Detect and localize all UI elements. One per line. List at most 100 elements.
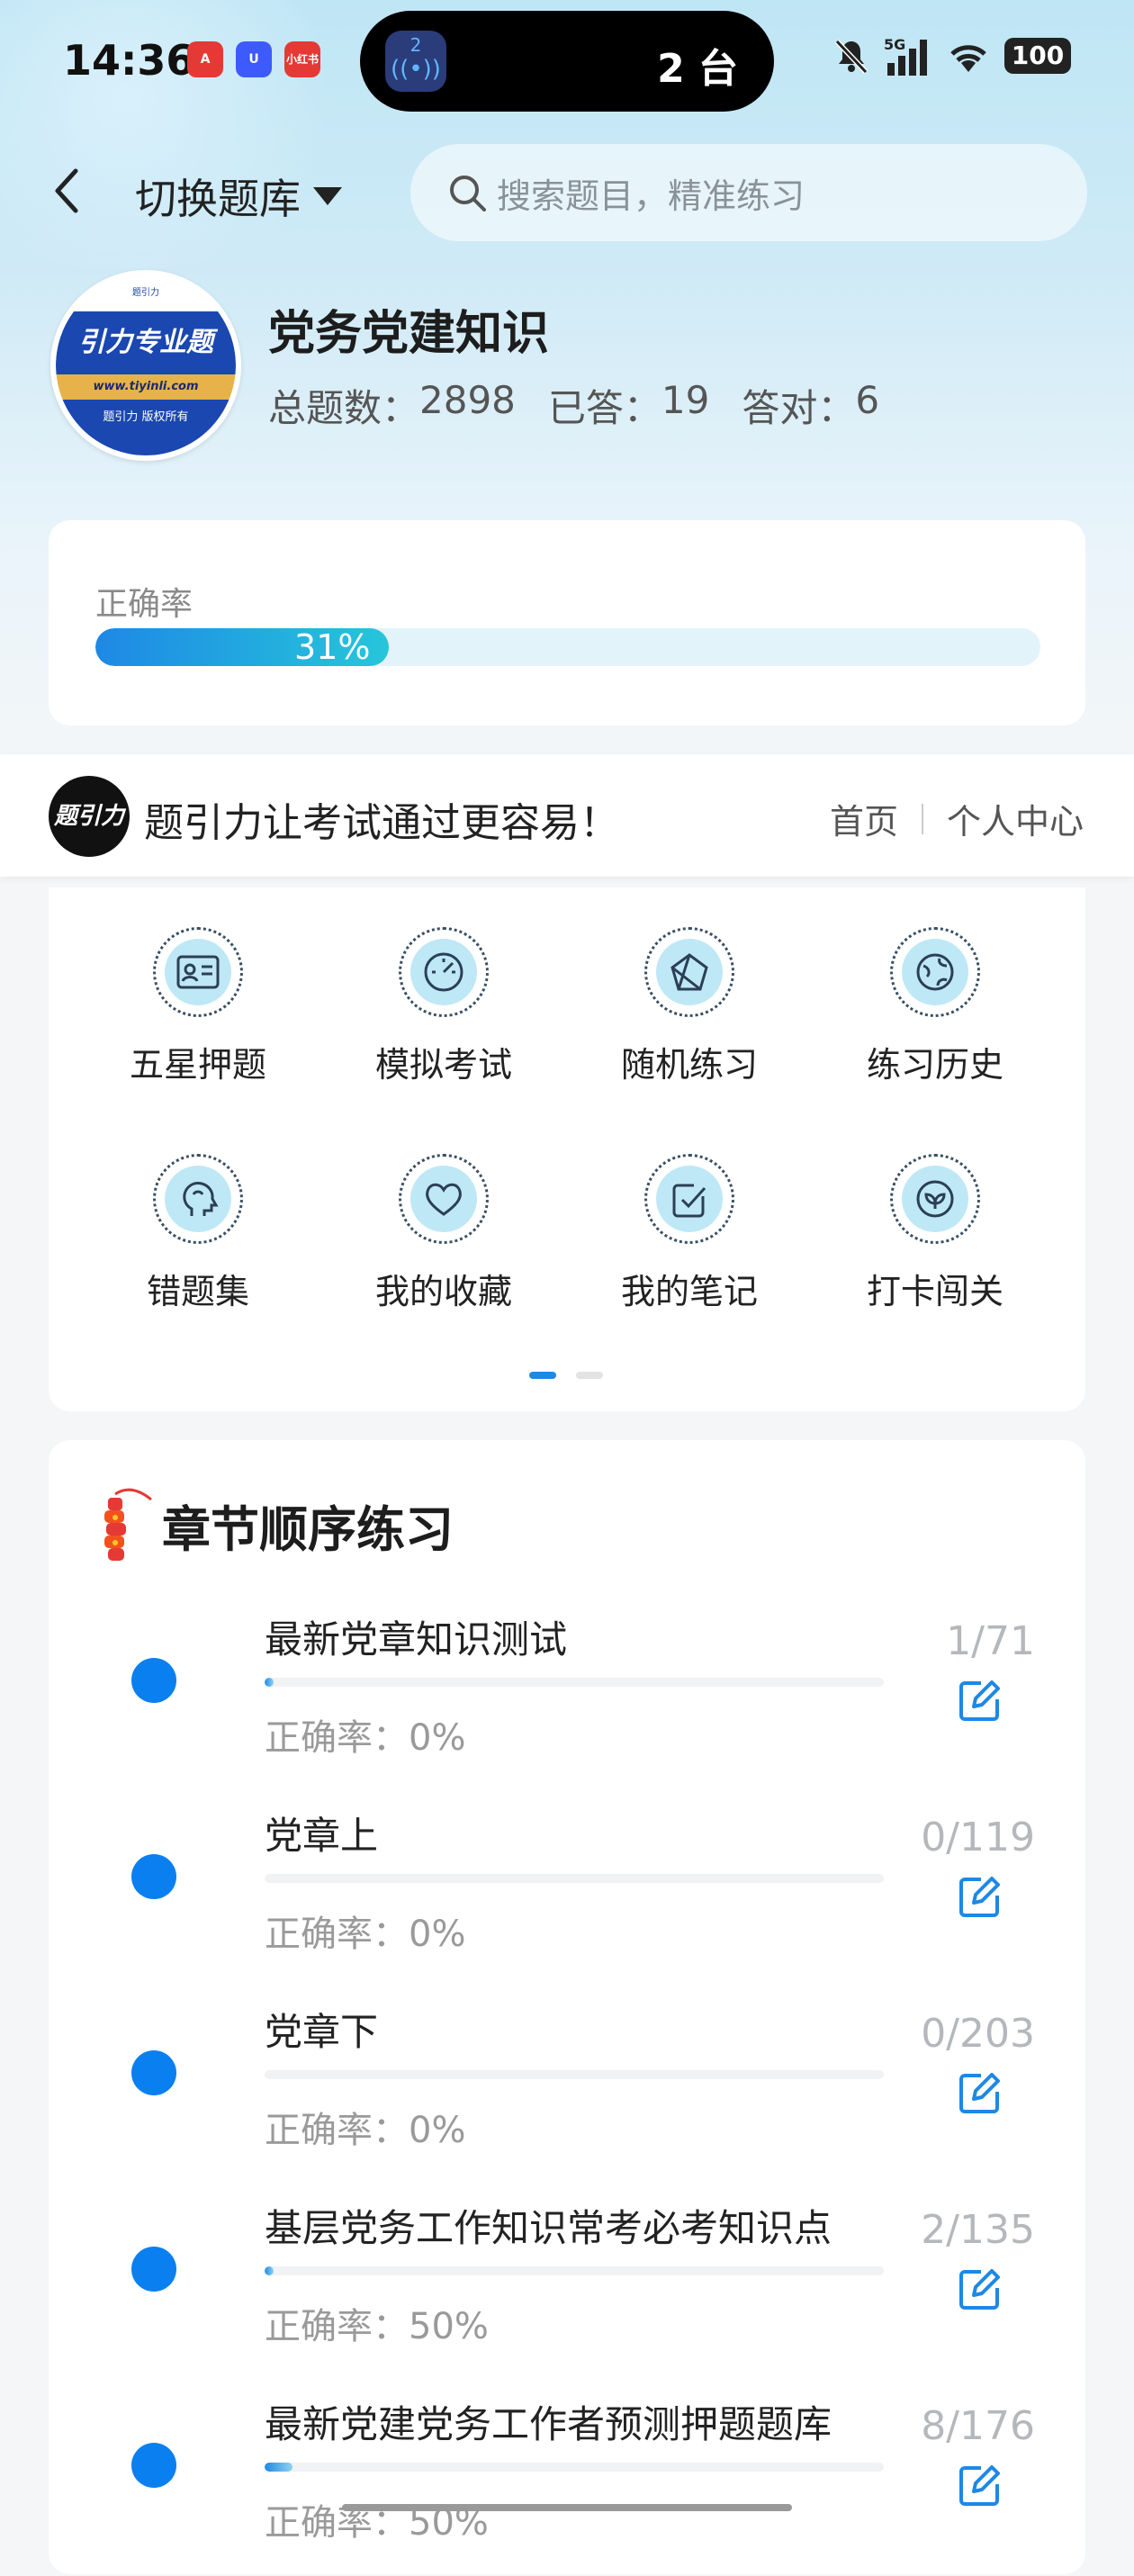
chapter-count: 0/203 <box>921 2011 1035 2057</box>
search-input[interactable]: 搜索题目，精准练习 <box>410 144 1087 241</box>
heart-icon <box>426 1183 462 1216</box>
caret-down-icon <box>313 187 342 205</box>
shapes-icon <box>670 953 708 991</box>
chapter-name: 党章下 <box>265 2010 379 2054</box>
ad-nav-profile[interactable]: 个人中心 <box>947 794 1084 843</box>
search-icon <box>450 176 486 212</box>
status-bar: 14:36 A U 小红书 2 ((•)) 2 台 5G 100 <box>0 0 1134 122</box>
correct-value: 6 <box>855 378 880 422</box>
chapter-count: 0/119 <box>921 1815 1035 1860</box>
status-icons: 5G 100 <box>832 36 1071 76</box>
chapter-section-title: 章节顺序练习 <box>162 1500 454 1558</box>
feature-grid: 五星押题 模拟考试 随机练习 练习历史 错题集 我的收藏 我的笔记 打卡闯关 <box>49 887 1085 1411</box>
edit-icon[interactable] <box>954 2265 1004 2315</box>
ad-nav-home[interactable]: 首页 <box>830 794 898 843</box>
bank-title: 党务党建知识 <box>268 307 550 361</box>
total-label: 总题数： <box>268 386 420 430</box>
home-indicator[interactable] <box>342 2504 792 2511</box>
feature-five-star[interactable]: 五星押题 <box>108 927 288 1086</box>
wifi-icon <box>950 45 986 72</box>
feature-label: 练习历史 <box>866 1045 1004 1085</box>
island-badge: 2 <box>410 34 422 56</box>
accuracy-progress-track: 31% <box>95 628 1040 666</box>
chapter-accuracy: 正确率：0% <box>265 1914 466 1955</box>
chapter-name: 党章上 <box>265 1814 379 1858</box>
bank-stats: 总题数： 2898 已答： 19 答对： 6 <box>268 378 879 433</box>
feature-label: 五星押题 <box>129 1045 266 1085</box>
chapter-name: 基层党务工作知识常考必考知识点 <box>265 2206 832 2250</box>
chapter-progress-track <box>265 1874 884 1883</box>
chapter-bullet <box>131 2050 176 2095</box>
globe-icon <box>916 953 954 991</box>
chapter-progress-track <box>265 2463 884 2472</box>
chapter-bullet <box>131 1854 176 1899</box>
feature-favorites[interactable]: 我的收藏 <box>354 1154 534 1313</box>
switch-bank-label: 切换题库 <box>135 175 301 223</box>
head-icon <box>183 1182 219 1216</box>
answered-value: 19 <box>661 378 710 422</box>
speedometer-icon <box>424 952 464 992</box>
total-value: 2898 <box>419 378 516 422</box>
chapter-row[interactable]: 党章上正确率：0% 0/119 <box>49 1791 1085 1987</box>
signal-icon: 5G <box>884 36 932 76</box>
chapter-progress-fill <box>265 2463 292 2472</box>
chapter-name: 最新党建党务工作者预测押题题库 <box>265 2402 832 2446</box>
page-dot-active[interactable] <box>529 1372 556 1379</box>
chapter-name: 最新党章知识测试 <box>265 1617 568 1662</box>
edit-icon[interactable] <box>954 1676 1004 1726</box>
chapter-row[interactable]: 党章下正确率：0% 0/203 <box>49 1987 1085 2184</box>
mute-bell-icon <box>834 39 868 75</box>
edit-icon[interactable] <box>954 2068 1004 2119</box>
feature-mock-exam[interactable]: 模拟考试 <box>354 927 534 1086</box>
chapter-progress-fill <box>265 1678 274 1687</box>
id-card-icon <box>176 955 220 989</box>
chapter-bullet <box>131 1658 176 1703</box>
tiyinli-logo: 题引力 <box>49 776 130 857</box>
accuracy-card: 正确率 31% <box>49 520 1085 725</box>
page-dot[interactable] <box>576 1372 603 1379</box>
logo-url: www.tiyinli.com <box>56 374 236 400</box>
app-a-icon: A <box>187 41 223 77</box>
back-arrow-icon[interactable] <box>49 164 85 218</box>
chapter-count: 2/135 <box>921 2207 1035 2253</box>
page-indicator <box>529 1372 603 1379</box>
feature-random-practice[interactable]: 随机练习 <box>599 927 779 1086</box>
feature-wrong-questions[interactable]: 错题集 <box>108 1154 288 1313</box>
edit-icon[interactable] <box>954 1872 1004 1923</box>
dynamic-island[interactable]: 2 ((•)) 2 台 <box>360 11 774 112</box>
answered-label: 已答： <box>547 386 662 430</box>
accuracy-progress-fill: 31% <box>95 628 389 666</box>
accuracy-label: 正确率 <box>95 586 194 623</box>
chapter-row[interactable]: 最新党建党务工作者预测押题题库 正确率：50% 8/176 <box>49 2380 1085 2576</box>
leaf-icon <box>916 1180 954 1218</box>
ad-nav: 首页 个人中心 <box>830 794 1084 843</box>
chapter-header: 章节顺序练习 <box>95 1482 454 1568</box>
chapter-row[interactable]: 基层党务工作知识常考必考知识点 正确率：50% 2/135 <box>49 2184 1085 2380</box>
feature-history[interactable]: 练习历史 <box>845 927 1025 1086</box>
chapter-row[interactable]: 最新党章知识测试 正确率：0% 1/71 <box>49 1595 1085 1791</box>
feature-label: 我的收藏 <box>374 1272 512 1311</box>
feature-check-in[interactable]: 打卡闯关 <box>845 1154 1025 1313</box>
search-placeholder: 搜索题目，精准练习 <box>497 176 806 216</box>
chapter-count: 8/176 <box>921 2403 1035 2449</box>
ad-slogan: 题引力让考试通过更容易！ <box>144 800 619 846</box>
feature-notes[interactable]: 我的笔记 <box>599 1154 779 1313</box>
battery-indicator: 100 <box>1004 38 1071 74</box>
feature-label: 随机练习 <box>620 1045 758 1085</box>
bank-logo: 题引力 引力专业题 www.tiyinli.com 题引力 版权所有 <box>50 270 241 461</box>
ad-banner[interactable]: 题引力 题引力让考试通过更容易！ 首页 个人中心 <box>0 754 1134 877</box>
logo-copyright: 题引力 版权所有 <box>56 400 236 455</box>
chapter-count: 1/71 <box>946 1618 1035 1664</box>
feature-label: 模拟考试 <box>374 1045 512 1085</box>
island-text: 2 台 <box>657 46 738 92</box>
note-check-icon <box>672 1184 706 1218</box>
chapter-bullet <box>131 2247 176 2292</box>
switch-bank-button[interactable]: 切换题库 <box>135 167 342 226</box>
logo-top-text: 题引力 <box>56 275 236 311</box>
signal-label: 5G <box>884 36 906 53</box>
edit-icon[interactable] <box>954 2461 1004 2511</box>
logo-brand: 引力专业题 <box>56 311 236 374</box>
feature-label: 我的笔记 <box>620 1272 758 1311</box>
chapter-accuracy: 正确率：50% <box>265 2502 489 2544</box>
chapter-accuracy: 正确率：0% <box>265 2110 466 2151</box>
